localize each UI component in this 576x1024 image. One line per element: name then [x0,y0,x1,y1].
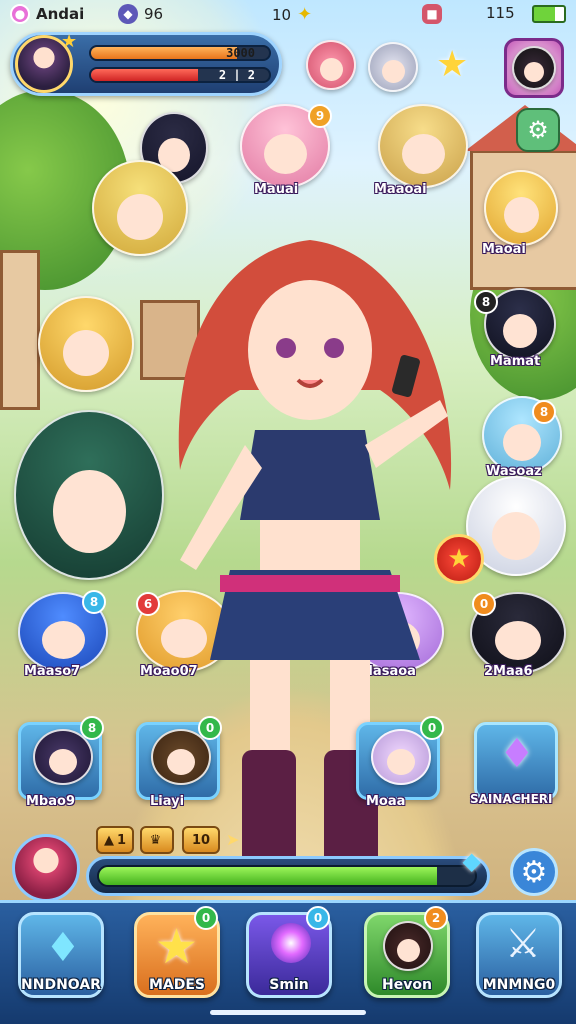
settings-gear-button[interactable]: ⚙ [516,108,560,152]
ticket-icon: ▲ [103,832,114,848]
xp-bar: 2 | 2 [89,67,271,83]
energy-panel: ◆ [86,847,490,896]
dock-button-5[interactable]: ⚔ MNMNG0 [476,912,562,998]
gem-icon: ◆ [118,4,138,24]
dock-button-2-badge: 0 [194,906,218,930]
character-6-label: Maaso7 [24,664,81,679]
energy-bar [97,865,477,887]
character-5-badge: 8 [532,400,556,424]
character-3-label: Maoai [482,242,526,257]
bottom-player-avatar[interactable] [12,834,80,902]
gear-icon[interactable]: ⚙ [510,848,558,896]
crown-icon: ♛ [149,832,162,848]
unit-card-3-label: Moaa [366,794,406,809]
top-status-bar: ● Andai ◆ 96 10 ✦ ■ 115 [0,0,576,28]
character-6-badge: 8 [82,590,106,614]
character-card-3[interactable] [484,170,558,246]
character-1-label: Mauai [254,182,299,197]
heroine-mouth [296,378,324,388]
summon-card-label: SAINACHERI [470,792,553,806]
mini-button-1[interactable]: ▲ 1 [96,826,134,854]
gem-count: 96 [144,5,164,23]
player-name: Andai [36,5,85,23]
character-9-badge: 0 [472,592,496,616]
portrait-avatar [512,46,556,90]
dock-button-2-label: MADES [148,977,206,993]
heroine-face [248,280,372,420]
star-icon: ★ [61,31,78,52]
crystal-icon: ♦ [499,731,535,777]
portrait-button[interactable] [504,38,564,98]
dock-button-3-badge: 0 [306,906,330,930]
character-4-badge: 8 [474,290,498,314]
energy-gem-icon: ◆ [462,847,481,875]
character-4-label: Mamat [490,354,541,369]
player-panel[interactable]: ★ 3000 2 | 2 [10,31,282,96]
mini-button-2[interactable]: ♛ [140,826,174,854]
house-left [0,250,40,410]
heroine-torso [240,430,380,520]
xp-text: 2 | 2 [218,68,255,82]
dock-button-4-label: Hevon [382,977,432,993]
heroine-eye-right [324,338,344,358]
unit-card-3-portrait [371,729,431,785]
dock-button-4-portrait [383,921,433,971]
battery-icon [532,5,566,23]
mini-button-3-label: 10 [191,832,211,848]
unit-card-2-label: Liayi [150,794,185,809]
unit-card-2-badge: 0 [198,716,222,740]
dock-button-1[interactable]: ♦ NNDNOAR [18,912,104,998]
hp-text: 3000 [226,46,255,60]
party-avatar-1[interactable] [306,40,356,90]
right-count: 115 [486,4,515,22]
unit-card-1-badge: 8 [80,716,104,740]
character-9-label: 2Maa6 [484,664,533,679]
star-burst-icon: ★ [436,44,469,85]
dock-button-1-label: NNDNOAR [21,977,101,993]
mini-button-1-label: 1 [116,832,127,848]
sword-icon: ⚔ [505,921,541,967]
summon-card[interactable]: ♦ [474,722,558,800]
unit-card-3-badge: 0 [420,716,444,740]
center-count: 10 [272,5,292,24]
hp-bar: 3000 [89,45,271,61]
arrow-icon: ➤ [226,830,240,849]
home-indicator[interactable] [210,1010,366,1015]
character-left-blonde[interactable] [38,296,134,392]
heroine-eye-left [276,338,296,358]
dock-button-5-label: MNMNG0 [482,977,556,993]
profile-icon[interactable]: ● [10,4,30,24]
character-card-2[interactable] [378,104,468,188]
mini-button-3[interactable]: 10 [182,826,220,854]
heroine-sash [220,575,400,592]
crystal-shard-icon: ♦ [45,925,81,971]
gift-icon[interactable]: ■ [422,4,442,24]
energy-fill [99,867,438,885]
character-1-badge: 9 [308,104,332,128]
unit-card-1-label: Mbao9 [26,794,75,809]
magic-orb-icon [271,923,311,963]
character-left-green[interactable] [14,410,164,580]
gold-star-icon: ★ [155,919,199,975]
xp-fill [91,69,198,81]
party-avatar-2[interactable] [368,42,418,92]
dock-button-3-label: Smin [269,977,309,993]
dock-button-4-badge: 2 [424,906,448,930]
hp-fill [91,47,237,59]
character-2-label: Maaoai [374,182,427,197]
gold-icon: ✦ [297,4,313,25]
